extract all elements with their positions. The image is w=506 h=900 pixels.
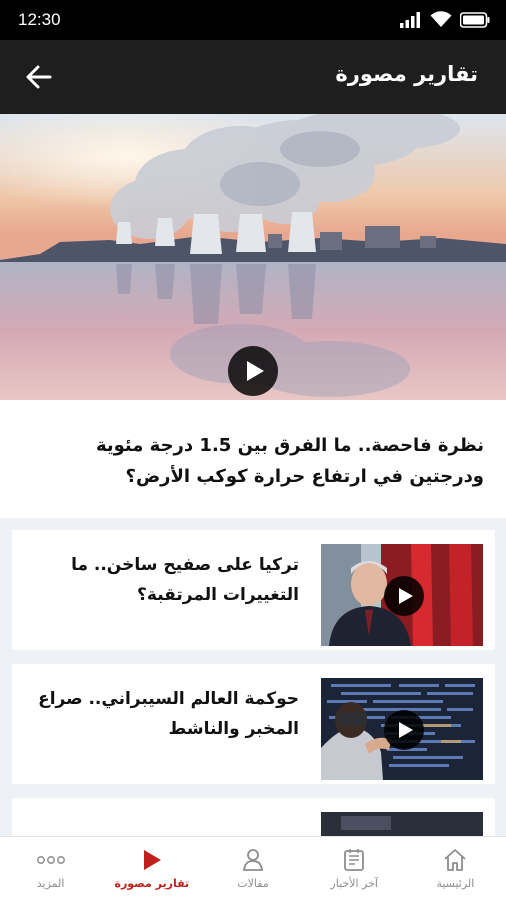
play-icon[interactable] [384, 710, 424, 750]
hero-video-thumbnail[interactable] [0, 114, 506, 400]
more-icon [36, 856, 65, 864]
nav-label: آخر الأخبار [330, 877, 378, 890]
wifi-icon [430, 11, 452, 27]
status-bar: 12:30 [0, 0, 506, 40]
play-icon [143, 850, 161, 870]
bottom-navigation: الرئيسية آخر الأخبار مقالات تقارير مصورة [0, 836, 506, 900]
status-icons [400, 11, 490, 28]
news-icon [344, 849, 365, 871]
card-title[interactable]: حوكمة العالم السيبراني.. صراع المخبر وال… [29, 684, 299, 744]
arrow-back-icon [26, 65, 52, 89]
list-item[interactable]: حوكمة العالم السيبراني.. صراع المخبر وال… [12, 664, 495, 784]
back-button[interactable] [24, 62, 54, 92]
page-title: تقارير مصورة [335, 62, 478, 86]
play-icon[interactable] [384, 576, 424, 616]
nav-label: مقالات [237, 877, 269, 890]
signal-icon [400, 11, 420, 28]
nav-articles[interactable]: مقالات [202, 837, 303, 900]
nav-label: المزيد [36, 877, 65, 890]
nav-home[interactable]: الرئيسية [405, 837, 506, 900]
nav-latest-news[interactable]: آخر الأخبار [304, 837, 405, 900]
battery-icon [460, 11, 490, 28]
nav-label: تقارير مصورة [114, 877, 190, 890]
list-item[interactable]: تركيا على صفيح ساخن.. ما التغييرات المرت… [12, 530, 495, 650]
person-icon [242, 849, 264, 871]
nav-label: الرئيسية [436, 877, 475, 890]
app-bar: تقارير مصورة [0, 40, 506, 114]
nav-video-reports[interactable]: تقارير مصورة [101, 837, 202, 900]
home-icon [444, 849, 467, 871]
card-thumbnail[interactable] [321, 678, 483, 780]
status-time: 12:30 [18, 10, 61, 29]
hero-caption[interactable]: نظرة فاحصة.. ما الفرق بين 1.5 درجة مئوية… [0, 400, 506, 518]
nav-more[interactable]: المزيد [0, 837, 101, 900]
play-icon[interactable] [228, 346, 278, 396]
card-thumbnail[interactable] [321, 544, 483, 646]
card-title[interactable]: تركيا على صفيح ساخن.. ما التغييرات المرت… [29, 550, 299, 610]
